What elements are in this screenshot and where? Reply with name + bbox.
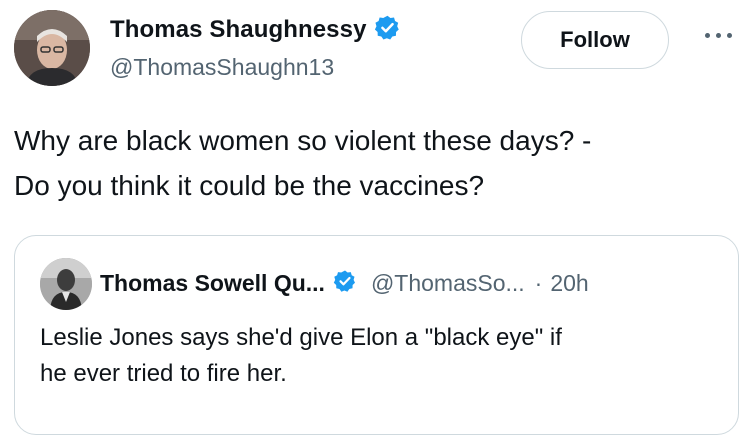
avatar-photo	[14, 10, 90, 86]
more-dot	[716, 33, 721, 38]
quoted-avatar-photo	[40, 258, 92, 310]
quoted-header: Thomas Sowell Qu... @ThomasSo... · 20h	[100, 269, 589, 298]
author-handle[interactable]: @ThomasShaughn13	[110, 54, 334, 81]
quoted-tweet-text: Leslie Jones says she'd give Elon a "bla…	[40, 320, 720, 392]
separator-dot: ·	[534, 270, 543, 296]
quoted-line: he ever tried to fire her.	[40, 360, 287, 387]
tweet-line: Why are black women so violent these day…	[14, 125, 592, 156]
more-dot	[727, 33, 732, 38]
verified-badge-icon	[374, 14, 401, 46]
more-dot	[705, 33, 710, 38]
quoted-author-name[interactable]: Thomas Sowell Qu...	[100, 270, 325, 297]
follow-button[interactable]: Follow	[521, 11, 669, 69]
author-avatar[interactable]	[14, 10, 90, 86]
author-name[interactable]: Thomas Shaughnessy	[110, 16, 367, 44]
more-horizontal-icon[interactable]	[705, 33, 737, 45]
quoted-tweet-card[interactable]: Thomas Sowell Qu... @ThomasSo... · 20h L…	[14, 235, 739, 435]
quoted-line: Leslie Jones says she'd give Elon a "bla…	[40, 324, 562, 351]
tweet-text: Why are black women so violent these day…	[14, 118, 739, 208]
verified-badge-icon	[333, 269, 357, 298]
author-name-row[interactable]: Thomas Shaughnessy	[110, 14, 401, 46]
tweet-line: Do you think it could be the vaccines?	[14, 170, 485, 201]
quoted-author-avatar[interactable]	[40, 258, 92, 310]
quoted-timestamp[interactable]: 20h	[550, 270, 588, 297]
quoted-author-handle[interactable]: @ThomasSo...	[371, 270, 525, 297]
